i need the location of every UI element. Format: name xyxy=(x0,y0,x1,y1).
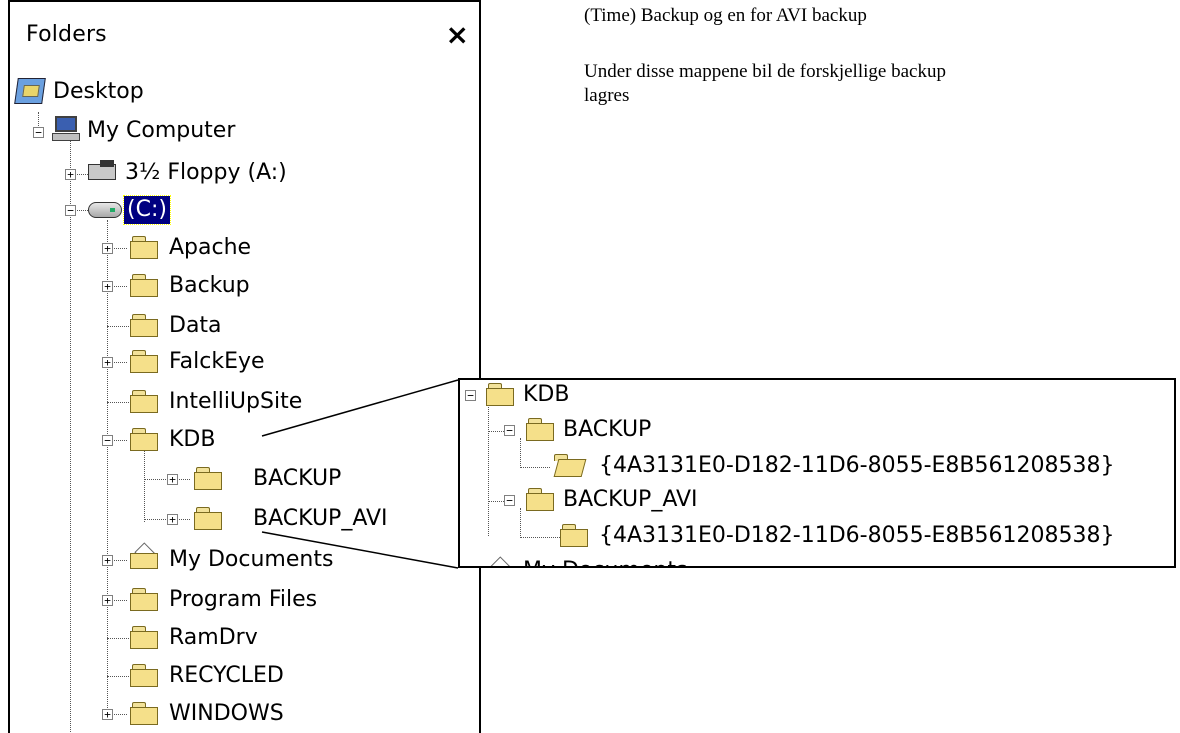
callout-lines xyxy=(261,379,459,569)
callout-line-bottom xyxy=(261,531,459,569)
callout-line-top xyxy=(261,379,459,437)
